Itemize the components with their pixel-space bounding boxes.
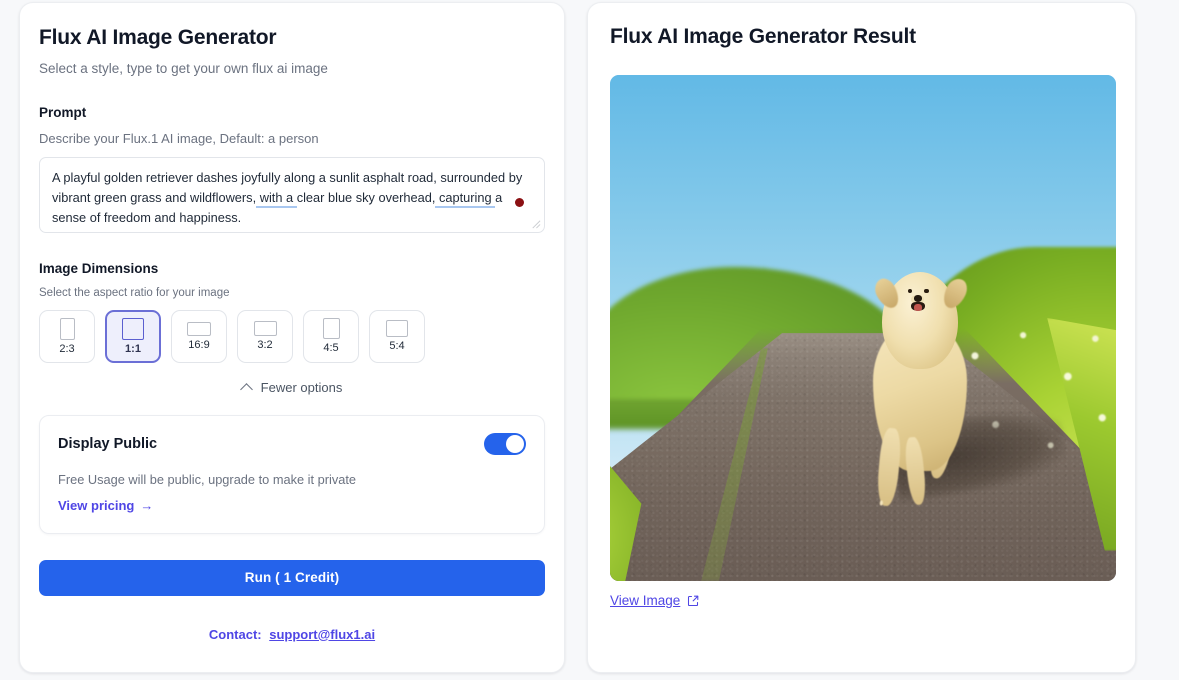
dog-tongue xyxy=(913,304,923,312)
result-title: Flux AI Image Generator Result xyxy=(610,25,916,48)
prompt-segment-3: clear blue sky overhead, xyxy=(296,189,436,205)
aspect-ratio-label: 1:1 xyxy=(125,342,141,355)
aspect-ratio-option-3-2[interactable]: 3:2 xyxy=(237,309,293,363)
prompt-hint: Describe your Flux.1 AI image, Default: … xyxy=(39,130,319,146)
prompt-segment-4: capturing xyxy=(435,189,496,208)
aspect-ratio-label: 2:3 xyxy=(59,342,75,355)
rect-icon xyxy=(253,321,277,337)
dog-nose xyxy=(913,294,923,302)
aspect-ratio-option-1-1[interactable]: 1:1 xyxy=(105,309,161,363)
prompt-segment-2: with a xyxy=(256,189,297,208)
app-root: Flux AI Image Generator Select a style, … xyxy=(0,0,1179,680)
rect-icon xyxy=(122,317,144,340)
dog-paw xyxy=(878,499,883,506)
display-public-toggle[interactable] xyxy=(484,432,526,455)
prompt-text: A playful golden retriever dashes joyful… xyxy=(52,168,534,228)
support-email-link[interactable]: support@flux1.ai xyxy=(269,627,375,642)
rect-icon xyxy=(59,317,75,340)
dog-eye-right xyxy=(923,288,929,294)
dog-leg-front-left xyxy=(875,426,902,506)
fewer-options-label: Fewer options xyxy=(260,379,343,395)
aspect-ratio-option-2-3[interactable]: 2:3 xyxy=(39,309,95,363)
grammar-check-icon[interactable] xyxy=(515,197,524,207)
rect-icon xyxy=(322,318,340,340)
prompt-input[interactable]: A playful golden retriever dashes joyful… xyxy=(39,156,545,233)
aspect-ratio-label: 5:4 xyxy=(389,340,405,353)
dog-mouth xyxy=(910,301,926,312)
display-public-header: Display Public xyxy=(58,432,526,455)
aspect-ratio-label: 3:2 xyxy=(257,339,273,352)
aspect-ratio-option-16-9[interactable]: 16:9 xyxy=(171,309,227,363)
toggle-knob xyxy=(506,434,524,453)
view-image-link[interactable]: View Image xyxy=(610,593,699,608)
display-public-card: Display Public Free Usage will be public… xyxy=(39,414,545,534)
view-pricing-label: View pricing xyxy=(58,497,135,513)
fewer-options-toggle[interactable]: Fewer options xyxy=(39,380,545,395)
page-subtitle: Select a style, type to get your own flu… xyxy=(39,61,328,77)
contact-label: Contact: xyxy=(208,626,262,642)
dimensions-label: Image Dimensions xyxy=(39,260,159,276)
display-public-description: Free Usage will be public, upgrade to ma… xyxy=(58,471,357,487)
result-panel: Flux AI Image Generator Result View Imag… xyxy=(587,2,1136,673)
dog-ear-right xyxy=(939,275,971,312)
arrow-right-icon: → xyxy=(140,497,154,513)
dog-ear-left xyxy=(870,275,903,312)
contact-row: Contact: support@flux1.ai xyxy=(39,627,545,642)
chevron-up-icon xyxy=(242,384,253,391)
view-pricing-link[interactable]: View pricing → xyxy=(58,498,153,513)
prompt-label: Prompt xyxy=(39,104,87,120)
dog-head xyxy=(870,272,971,370)
rect-icon xyxy=(187,321,211,336)
aspect-ratio-label: 4:5 xyxy=(323,342,339,355)
aspect-ratio-option-5-4[interactable]: 5:4 xyxy=(369,309,425,363)
aspect-ratio-label: 16:9 xyxy=(188,338,210,351)
dog-eye-left xyxy=(907,288,913,294)
resize-handle-icon[interactable] xyxy=(530,218,541,229)
generated-image[interactable] xyxy=(610,75,1116,581)
generator-panel: Flux AI Image Generator Select a style, … xyxy=(19,2,565,673)
view-image-label: View Image xyxy=(610,593,681,608)
aspect-ratio-group: 2:3 1:1 16:9 3:2 4:5 5:4 xyxy=(39,309,545,363)
aspect-ratio-option-4-5[interactable]: 4:5 xyxy=(303,309,359,363)
rect-icon xyxy=(386,320,408,338)
golden-retriever xyxy=(850,267,992,510)
display-public-title: Display Public xyxy=(58,435,158,452)
page-title: Flux AI Image Generator xyxy=(39,26,277,49)
dimensions-hint: Select the aspect ratio for your image xyxy=(39,286,230,299)
run-button[interactable]: Run ( 1 Credit) xyxy=(39,559,545,596)
external-link-icon xyxy=(688,595,699,606)
